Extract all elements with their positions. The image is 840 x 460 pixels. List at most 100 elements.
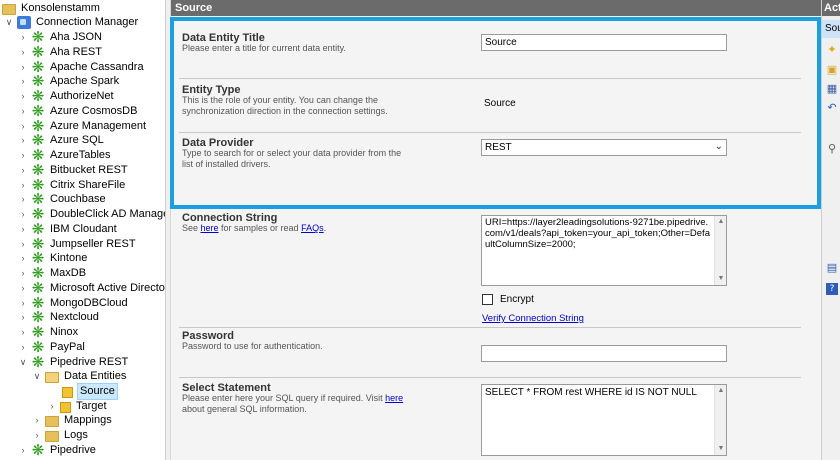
tree-connection-label: Bitbucket REST bbox=[50, 163, 128, 176]
chevron-right-icon[interactable]: › bbox=[18, 148, 28, 163]
tree-source[interactable]: Source bbox=[62, 383, 118, 400]
chevron-right-icon[interactable]: › bbox=[18, 325, 28, 340]
tree-connection-label: Microsoft Active Directory bbox=[50, 281, 166, 294]
tree-connection-item[interactable]: › ❋ Aha REST bbox=[18, 44, 102, 60]
chevron-right-icon[interactable]: › bbox=[18, 30, 28, 45]
data-entity-title-desc: Please enter a title for current data en… bbox=[182, 43, 346, 53]
chevron-right-icon[interactable]: › bbox=[18, 207, 28, 222]
sql-info-link[interactable]: here bbox=[385, 393, 403, 403]
scrollbar[interactable]: ▲ ▼ bbox=[714, 385, 726, 455]
chevron-right-icon[interactable]: › bbox=[18, 192, 28, 207]
connection-gear-icon: ❋ bbox=[31, 441, 45, 459]
connection-string-textarea[interactable]: URI=https://layer2leadingsolutions-9271b… bbox=[481, 215, 727, 286]
tree-connection-item[interactable]: › ❋ Ninox bbox=[18, 325, 79, 340]
entity-icon bbox=[60, 401, 71, 413]
connection-gear-icon: ❋ bbox=[31, 101, 45, 120]
chevron-right-icon[interactable]: › bbox=[18, 266, 28, 281]
tree-connection-label: Azure CosmosDB bbox=[50, 104, 138, 117]
save-icon[interactable]: ▦ bbox=[826, 83, 838, 95]
tree-connection-label: IBM Cloudant bbox=[50, 222, 117, 235]
tree-connection-label: Apache Cassandra bbox=[50, 60, 144, 73]
chevron-right-icon[interactable]: › bbox=[18, 133, 28, 148]
scroll-down-icon[interactable]: ▼ bbox=[715, 273, 726, 285]
chevron-right-icon[interactable]: › bbox=[18, 104, 28, 119]
help-icon[interactable]: ? bbox=[826, 283, 838, 295]
tree-connection-label: AzureTables bbox=[50, 149, 111, 161]
data-provider-desc: Type to search for or select your data p… bbox=[182, 148, 402, 169]
desc-text: about general SQL information. bbox=[182, 404, 307, 414]
tree-connection-label: Jumpseller REST bbox=[50, 237, 136, 250]
actions-subheader[interactable]: Source bbox=[822, 20, 840, 38]
divider bbox=[179, 377, 801, 378]
chevron-right-icon[interactable]: › bbox=[18, 45, 28, 60]
encrypt-checkbox[interactable] bbox=[482, 294, 493, 305]
chevron-right-icon[interactable]: › bbox=[18, 251, 28, 266]
tree-connection-manager[interactable]: ∨ Connection Manager bbox=[4, 15, 138, 30]
properties-icon[interactable]: ▤ bbox=[826, 262, 838, 274]
chevron-right-icon[interactable]: › bbox=[18, 74, 28, 89]
chevron-right-icon[interactable]: › bbox=[47, 399, 57, 414]
chevron-right-icon[interactable]: › bbox=[18, 310, 28, 325]
entity-type-value: Source bbox=[484, 98, 516, 109]
tree-root[interactable]: Konsolenstamm bbox=[2, 1, 100, 16]
chevron-down-icon[interactable]: ∨ bbox=[18, 355, 28, 370]
chevron-down-icon[interactable]: ∨ bbox=[4, 15, 14, 30]
entity-icon bbox=[62, 386, 73, 398]
tree-connection-label: Kintone bbox=[50, 252, 88, 265]
tree-data-entities[interactable]: ∨ Data Entities bbox=[32, 369, 126, 384]
scrollbar[interactable]: ▲ ▼ bbox=[714, 216, 726, 285]
tree-connection-label: AuthorizeNet bbox=[50, 90, 114, 102]
connection-gear-icon: ❋ bbox=[31, 160, 45, 179]
undo-icon[interactable]: ↶ bbox=[826, 102, 838, 114]
connection-gear-icon: ❋ bbox=[31, 352, 45, 371]
chevron-right-icon[interactable]: › bbox=[18, 89, 28, 104]
folder-icon bbox=[45, 415, 59, 427]
select-statement-textarea[interactable]: SELECT * FROM rest WHERE id IS NOT NULL … bbox=[481, 384, 727, 456]
folder-icon bbox=[2, 3, 16, 15]
tree-mappings[interactable]: › Mappings bbox=[32, 413, 112, 428]
samples-link[interactable]: here bbox=[201, 223, 219, 233]
new-item-icon[interactable]: ✦ bbox=[826, 44, 838, 56]
tree-connection-item[interactable]: › ❋ Kintone bbox=[18, 251, 88, 266]
scroll-up-icon[interactable]: ▲ bbox=[715, 216, 726, 228]
connection-gear-icon: ❋ bbox=[31, 219, 45, 238]
tree-connection-item[interactable]: ∨ ❋ Pipedrive REST bbox=[18, 352, 129, 371]
chevron-right-icon[interactable]: › bbox=[18, 119, 28, 134]
scroll-up-icon[interactable]: ▲ bbox=[715, 385, 726, 397]
tree-connection-item[interactable]: › ❋ PayPal bbox=[18, 339, 85, 355]
desc-text: . bbox=[323, 223, 327, 233]
encrypt-label: Encrypt bbox=[500, 294, 534, 305]
connection-string-desc: See here for samples or read FAQs. bbox=[182, 223, 442, 234]
chevron-right-icon[interactable]: › bbox=[18, 443, 28, 458]
chevron-right-icon[interactable]: › bbox=[18, 281, 28, 296]
tree-connection-label: DoubleClick AD Manager bbox=[50, 208, 166, 220]
chevron-right-icon[interactable]: › bbox=[18, 237, 28, 252]
tree-connection-item[interactable]: › ❋ Aha JSON bbox=[18, 30, 102, 45]
chevron-right-icon[interactable]: › bbox=[32, 413, 42, 428]
password-desc: Password to use for authentication. bbox=[182, 341, 323, 351]
tree-connection-item[interactable]: › ❋ Azure SQL bbox=[18, 133, 104, 148]
navigation-tree[interactable]: Konsolenstamm ∨ Connection Manager › ❋ Aha… bbox=[0, 0, 166, 460]
data-provider-select[interactable]: REST ⌄ bbox=[481, 139, 727, 156]
tree-connection-item[interactable]: › ❋ MaxDB bbox=[18, 266, 87, 281]
password-input[interactable] bbox=[481, 345, 727, 362]
tree-connection-item[interactable]: › ❋ Nextcloud bbox=[18, 310, 99, 325]
faqs-link[interactable]: FAQs bbox=[301, 223, 324, 233]
scroll-down-icon[interactable]: ▼ bbox=[715, 443, 726, 455]
chevron-right-icon[interactable]: › bbox=[18, 163, 28, 178]
chevron-down-icon[interactable]: ∨ bbox=[32, 369, 42, 384]
tree-target[interactable]: › Target bbox=[47, 399, 107, 414]
chevron-right-icon[interactable]: › bbox=[18, 178, 28, 193]
select-statement-value: SELECT * FROM rest WHERE id IS NOT NULL bbox=[485, 387, 697, 398]
chevron-right-icon[interactable]: › bbox=[18, 60, 28, 75]
desc-text: See bbox=[182, 223, 201, 233]
chevron-right-icon[interactable]: › bbox=[18, 222, 28, 237]
preview-icon[interactable]: ⚲ bbox=[826, 143, 838, 155]
chevron-right-icon[interactable]: › bbox=[18, 296, 28, 311]
open-folder-icon[interactable]: ▣ bbox=[826, 64, 838, 76]
chevron-right-icon[interactable]: › bbox=[18, 340, 28, 355]
tree-pipedrive[interactable]: › ❋ Pipedrive bbox=[18, 443, 96, 458]
verify-connection-link[interactable]: Verify Connection String bbox=[482, 313, 584, 324]
data-entity-title-input[interactable]: Source bbox=[481, 34, 727, 51]
desc-text: for samples or read bbox=[218, 223, 302, 233]
